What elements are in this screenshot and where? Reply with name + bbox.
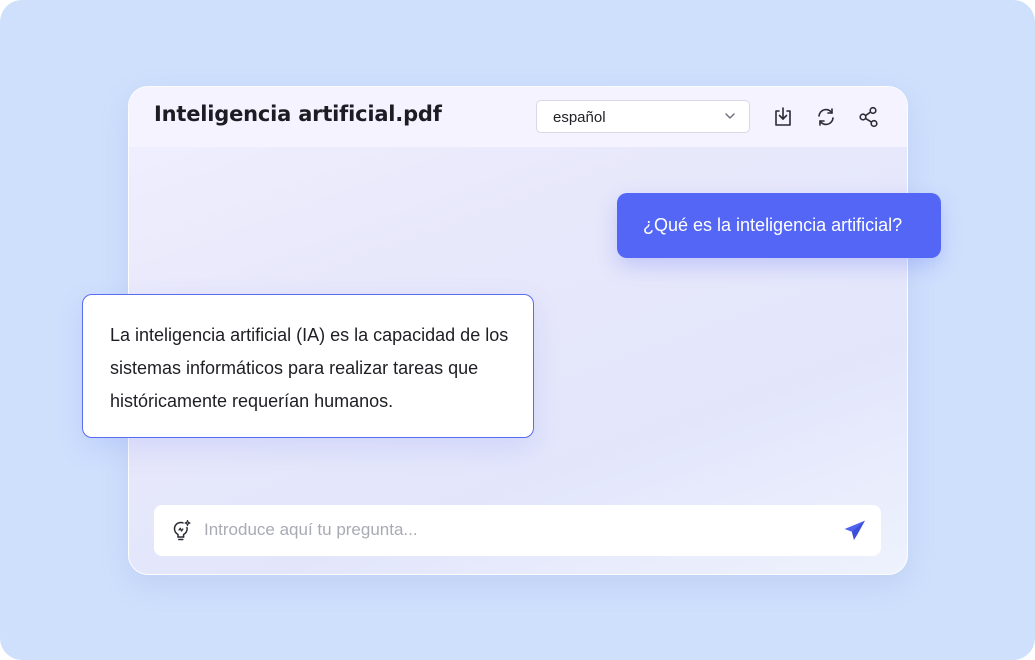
question-input-bar	[154, 505, 881, 556]
send-icon[interactable]	[842, 518, 867, 543]
language-select[interactable]: español	[536, 100, 750, 133]
lightbulb-sparkle-icon[interactable]	[169, 518, 193, 542]
refresh-button[interactable]	[814, 105, 838, 129]
assistant-message-bubble: La inteligencia artificial (IA) es la ca…	[82, 294, 534, 438]
question-input[interactable]	[204, 513, 824, 547]
assistant-message-text: La inteligencia artificial (IA) es la ca…	[110, 325, 509, 411]
app-canvas: Inteligencia artificial.pdf español ¿Qué…	[0, 0, 1035, 660]
chevron-down-icon	[725, 113, 735, 119]
language-select-value: español	[553, 109, 606, 126]
user-message-bubble: ¿Qué es la inteligencia artificial?	[617, 193, 941, 258]
share-icon	[859, 106, 878, 128]
download-icon	[775, 107, 791, 126]
refresh-icon	[818, 108, 834, 126]
window-header: Inteligencia artificial.pdf español	[129, 87, 907, 147]
document-title: Inteligencia artificial.pdf	[154, 102, 442, 126]
download-button[interactable]	[771, 105, 795, 129]
share-button[interactable]	[857, 105, 881, 129]
user-message-text: ¿Qué es la inteligencia artificial?	[643, 215, 903, 235]
